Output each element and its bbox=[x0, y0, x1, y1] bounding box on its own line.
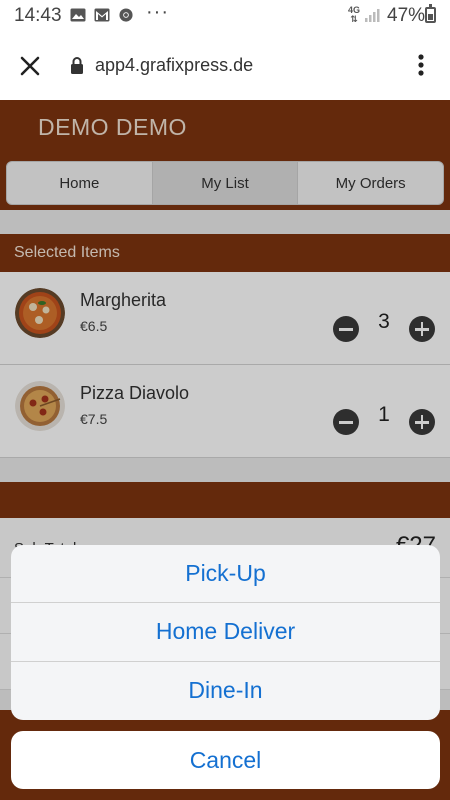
status-bar: 14:43 ··· 4G ⇅ 47% bbox=[0, 0, 450, 32]
gallery-icon bbox=[70, 8, 86, 22]
chrome-icon bbox=[119, 8, 133, 22]
battery-icon bbox=[425, 4, 436, 23]
more-menu-icon[interactable] bbox=[410, 50, 432, 80]
order-type-action-sheet: Pick-Up Home Deliver Dine-In bbox=[11, 545, 440, 720]
network-type: 4G ⇅ bbox=[348, 5, 361, 24]
gmail-icon bbox=[94, 8, 110, 22]
lock-icon bbox=[71, 57, 83, 74]
cancel-button[interactable]: Cancel bbox=[11, 731, 440, 789]
pick-up-option[interactable]: Pick-Up bbox=[11, 545, 440, 604]
signal-icon bbox=[365, 9, 380, 22]
url-bar[interactable]: app4.grafixpress.de bbox=[95, 55, 253, 76]
more-notifications-icon: ··· bbox=[146, 1, 169, 23]
home-delivery-option[interactable]: Home Deliver bbox=[11, 603, 440, 662]
battery-level: 47% bbox=[387, 5, 426, 26]
status-time: 14:43 bbox=[14, 5, 62, 26]
browser-toolbar: app4.grafixpress.de bbox=[0, 32, 450, 100]
close-icon[interactable] bbox=[16, 52, 44, 80]
dine-in-option[interactable]: Dine-In bbox=[11, 662, 440, 720]
